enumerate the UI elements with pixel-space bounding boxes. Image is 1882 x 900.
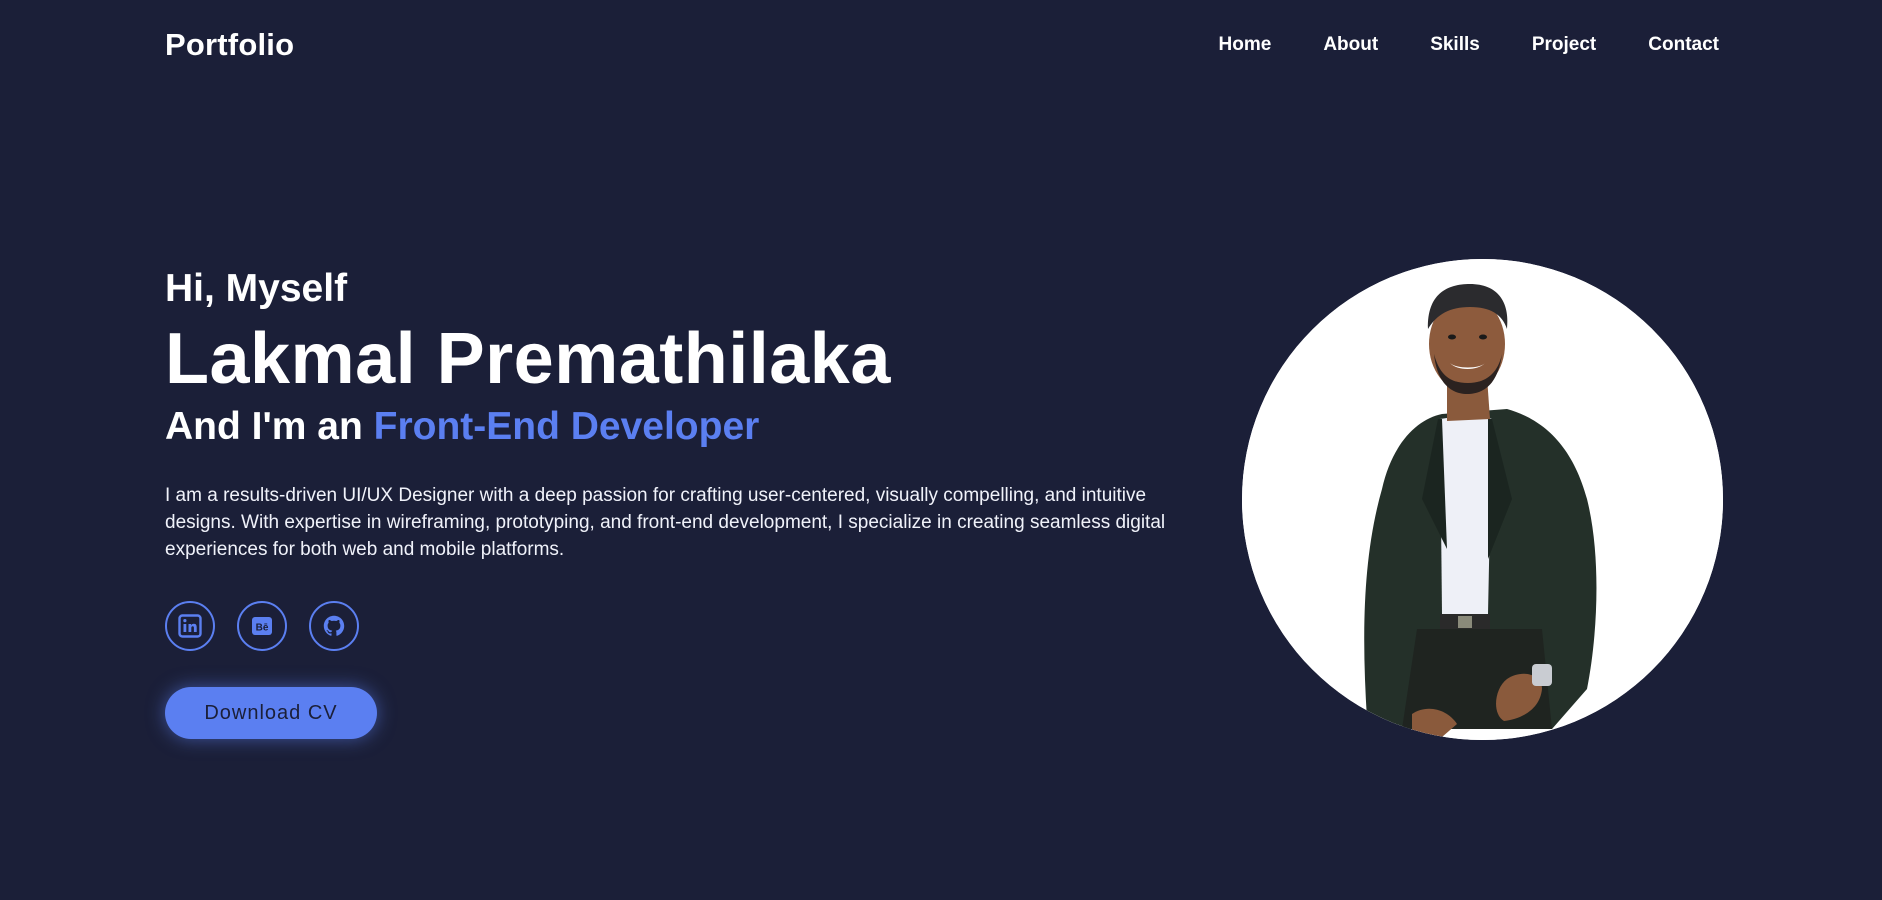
hero-role: And I'm an Front-End Developer [165,402,1205,452]
main-nav: Home About Skills Project Contact [1219,34,1719,56]
greeting: Hi, Myself [165,267,348,310]
role-prefix: And I'm an [165,405,363,448]
person-portrait-image [1242,259,1723,740]
profile-photo [1242,259,1723,740]
nav-contact[interactable]: Contact [1648,34,1719,56]
behance-link[interactable]: Bē [237,601,287,651]
hero-name: Lakmal Premathilaka [165,319,891,399]
site-header: Portfolio Home About Skills Project Cont… [165,22,1722,68]
nav-about[interactable]: About [1323,34,1378,56]
nav-home[interactable]: Home [1219,34,1272,56]
linkedin-link[interactable] [165,601,215,651]
role-highlight: Front-End Developer [373,405,760,448]
portfolio-page: Portfolio Home About Skills Project Cont… [0,0,1882,900]
github-link[interactable] [309,601,359,651]
nav-project[interactable]: Project [1532,34,1596,56]
logo[interactable]: Portfolio [165,27,294,63]
hero-section: Hi, Myself Lakmal Premathilaka And I'm a… [165,264,1205,739]
github-icon [323,615,345,636]
svg-text:Bē: Bē [256,622,269,633]
hero-bio: I am a results-driven UI/UX Designer wit… [165,485,1166,560]
download-cv-button[interactable]: Download CV [165,687,377,739]
nav-skills[interactable]: Skills [1430,34,1480,56]
behance-icon: Bē [252,617,272,635]
linkedin-icon [178,614,202,638]
social-links: Bē [165,601,1205,651]
